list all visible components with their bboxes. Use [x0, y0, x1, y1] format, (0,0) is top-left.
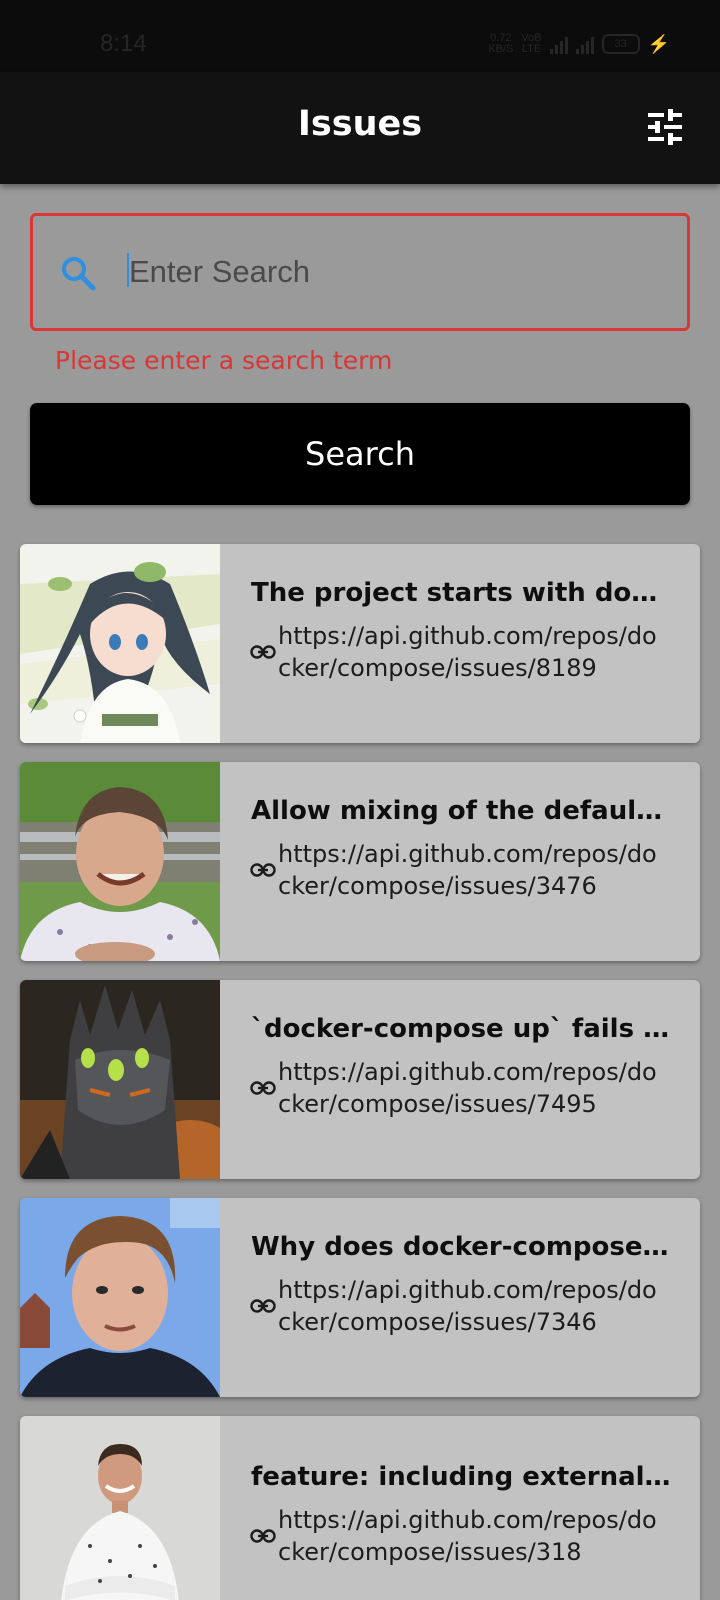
- issue-url: https://api.github.com/repos/docker/comp…: [278, 840, 657, 900]
- issue-url-row: https://api.github.com/repos/docker/comp…: [250, 838, 680, 902]
- issue-card[interactable]: The project starts with docker-compose h…: [20, 544, 700, 743]
- charging-icon: ⚡: [647, 33, 670, 54]
- tune-icon[interactable]: [640, 102, 690, 152]
- issue-url: https://api.github.com/repos/docker/comp…: [278, 1058, 657, 1118]
- search-icon: [59, 254, 99, 298]
- man-white-shirt-avatar: [20, 1416, 220, 1600]
- link-icon: [250, 1081, 278, 1095]
- issue-card[interactable]: Why does docker-compose l... https://api…: [20, 1198, 700, 1397]
- network-speed: 0.72 KB/S: [488, 32, 514, 55]
- search-error-message: Please enter a search term: [55, 346, 393, 375]
- search-input[interactable]: [129, 242, 649, 302]
- status-bar: 8:14 0.72 KB/S VoB LTE 33 ⚡: [0, 0, 720, 72]
- status-icons: 0.72 KB/S VoB LTE 33 ⚡: [488, 30, 670, 58]
- issue-url-row: https://api.github.com/repos/docker/comp…: [250, 620, 680, 684]
- issue-title: The project starts with docker-compose: [251, 578, 671, 608]
- anime-girl-avatar: [20, 544, 220, 743]
- app-bar: Issues: [0, 72, 720, 184]
- search-button[interactable]: Search: [30, 403, 690, 505]
- link-icon: [250, 645, 278, 659]
- link-icon: [250, 1299, 278, 1313]
- battery-icon: 33: [601, 34, 640, 54]
- issue-title: `docker-compose up` fails in ...: [251, 1014, 671, 1044]
- issue-title: Why does docker-compose l...: [251, 1232, 671, 1262]
- issue-url-row: https://api.github.com/repos/docker/comp…: [250, 1274, 680, 1338]
- issue-card[interactable]: feature: including external ... https://…: [20, 1416, 700, 1600]
- smiling-man-avatar: [20, 762, 220, 961]
- page-title: Issues: [297, 104, 423, 144]
- signal-icon-2: [575, 34, 594, 54]
- issue-url: https://api.github.com/repos/docker/comp…: [278, 622, 657, 682]
- issue-url: https://api.github.com/repos/docker/comp…: [278, 1506, 657, 1566]
- issue-title: feature: including external ...: [251, 1462, 671, 1492]
- issue-url: https://api.github.com/repos/docker/comp…: [278, 1276, 657, 1336]
- issue-card[interactable]: `docker-compose up` fails in ... https:/…: [20, 980, 700, 1179]
- issue-title: Allow mixing of the default ...: [251, 796, 671, 826]
- network-type: VoB LTE: [521, 32, 542, 55]
- signal-icon: [549, 34, 568, 54]
- link-icon: [250, 1529, 278, 1543]
- link-icon: [250, 863, 278, 877]
- issue-url-row: https://api.github.com/repos/docker/comp…: [250, 1504, 680, 1568]
- man-portrait-avatar: [20, 1198, 220, 1397]
- status-time: 8:14: [100, 30, 147, 57]
- issue-url-row: https://api.github.com/repos/docker/comp…: [250, 1056, 680, 1120]
- dark-knight-avatar: [20, 980, 220, 1179]
- search-field[interactable]: [30, 213, 690, 331]
- issue-card[interactable]: Allow mixing of the default ... https://…: [20, 762, 700, 961]
